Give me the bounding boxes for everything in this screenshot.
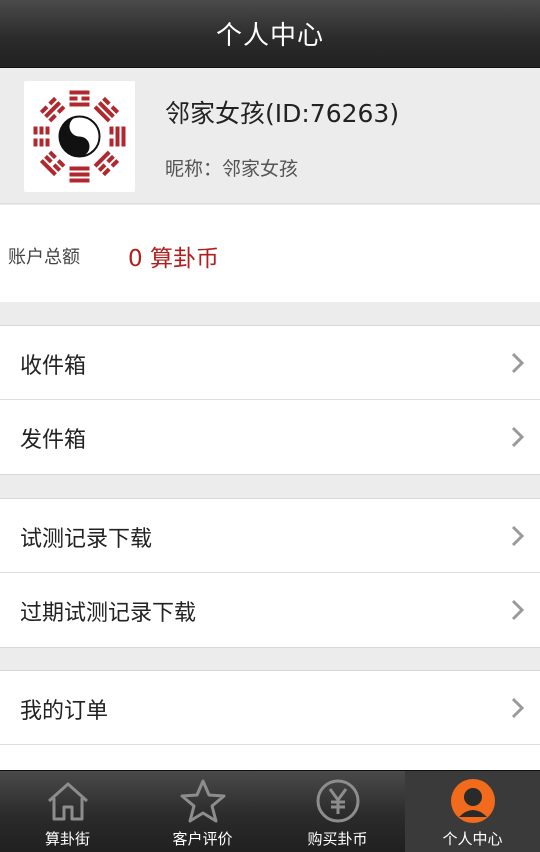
yen-coin-icon [316,779,359,823]
user-icon [450,779,495,823]
bottom-tab-bar: 算卦街 客户评价 购买卦币 个人中心 [0,770,540,852]
chevron-right-icon [511,525,525,547]
menu-item-label: 发件箱 [20,428,87,453]
home-icon [47,782,88,821]
bagua-icon [33,90,126,183]
avatar[interactable] [24,81,135,192]
mailbox-group: 收件箱 发件箱 [0,325,540,475]
menu-item-label: 过期试测记录下载 [20,601,197,626]
menu-item-test-download[interactable]: 试测记录下载 [0,499,540,573]
tab-reviews[interactable]: 客户评价 [135,771,270,852]
menu-item-label: 我的订单 [20,699,109,724]
menu-item-outbox[interactable]: 发件箱 [0,400,540,474]
chevron-right-icon [511,697,525,719]
orders-group: 我的订单 [0,670,540,775]
tab-label: 个人中心 [442,830,503,848]
account-amount: 0 算卦币 [128,246,219,272]
profile-card: 邻家女孩(ID:76263) 昵称：邻家女孩 [0,68,540,204]
chevron-right-icon [511,352,525,374]
chevron-right-icon [511,426,525,448]
tab-buy-coins[interactable]: 购买卦币 [270,771,405,852]
tab-label: 客户评价 [172,830,233,848]
top-bar: 个人中心 [0,0,540,68]
tab-label: 算卦街 [44,830,90,848]
chevron-right-icon [511,599,525,621]
page-title: 个人中心 [215,21,324,51]
menu-item-orders[interactable]: 我的订单 [0,671,540,745]
records-group: 试测记录下载 过期试测记录下载 [0,498,540,648]
menu-item-label: 试测记录下载 [20,527,153,552]
tab-profile[interactable]: 个人中心 [405,771,540,852]
profile-name: 邻家女孩(ID:76263) [165,99,400,128]
star-icon [180,779,225,823]
account-balance: 账户总额 0 算卦币 [0,205,540,302]
menu-item-inbox[interactable]: 收件箱 [0,326,540,400]
menu-item-expired-download[interactable]: 过期试测记录下载 [0,573,540,647]
account-label: 账户总额 [8,247,80,268]
tab-home[interactable]: 算卦街 [0,771,135,852]
tab-label: 购买卦币 [307,830,368,848]
profile-nickname: 昵称：邻家女孩 [165,158,299,180]
menu-item-label: 收件箱 [20,354,87,379]
